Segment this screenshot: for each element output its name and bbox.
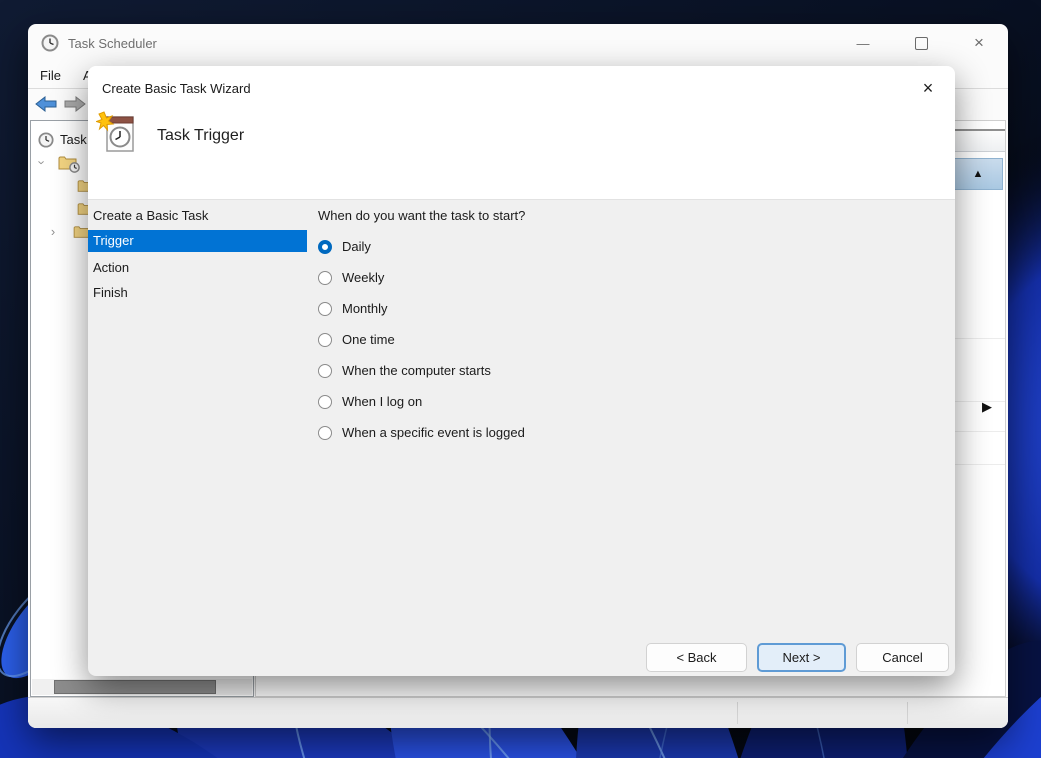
minimize-icon: —: [857, 36, 870, 51]
create-basic-task-wizard-dialog: Create Basic Task Wizard × Task Trigger …: [88, 66, 955, 676]
scroll-up-icon: ▲: [973, 168, 984, 180]
option-label: When a specific event is logged: [342, 425, 525, 440]
clock-icon: [38, 132, 54, 148]
minimize-button[interactable]: —: [834, 24, 892, 62]
cancel-button[interactable]: Cancel: [856, 643, 949, 672]
trigger-options: Daily Weekly Monthly One time: [318, 231, 943, 448]
step-action: Action: [88, 255, 307, 280]
radio-one-time[interactable]: [318, 333, 332, 347]
wizard-titlebar: Create Basic Task Wizard ×: [88, 66, 955, 110]
option-when-i-log-on[interactable]: When I log on: [318, 386, 943, 417]
tree-item-label: Task: [60, 132, 87, 147]
titlebar: Task Scheduler — ×: [28, 24, 1008, 62]
back-button[interactable]: < Back: [646, 643, 747, 672]
wizard-body: Create a Basic Task Trigger Action Finis…: [88, 200, 955, 676]
wizard-page-title: Task Trigger: [157, 127, 244, 145]
option-label: Monthly: [342, 301, 388, 316]
submenu-expand-icon[interactable]: ▶: [982, 399, 992, 415]
menu-file[interactable]: File: [40, 68, 61, 83]
horizontal-scrollbar[interactable]: [32, 679, 252, 695]
step-create-a-basic-task: Create a Basic Task: [88, 203, 307, 228]
option-label: Daily: [342, 239, 371, 254]
wizard-title: Create Basic Task Wizard: [102, 81, 251, 96]
trigger-question-label: When do you want the task to start?: [318, 208, 943, 223]
radio-specific-event-logged[interactable]: [318, 426, 332, 440]
next-button[interactable]: Next >: [757, 643, 846, 672]
wizard-footer: < Back Next > Cancel: [646, 643, 949, 672]
wizard-header: Task Trigger: [88, 110, 955, 200]
statusbar: [28, 697, 1008, 728]
option-one-time[interactable]: One time: [318, 324, 943, 355]
chevron-expanded-icon[interactable]: ›: [35, 157, 50, 169]
option-label: When the computer starts: [342, 363, 491, 378]
back-arrow-icon[interactable]: [35, 96, 57, 112]
wizard-content: When do you want the task to start? Dail…: [318, 200, 943, 448]
status-separator: [907, 702, 908, 724]
option-weekly[interactable]: Weekly: [318, 262, 943, 293]
scrollbar-thumb[interactable]: [54, 680, 216, 694]
maximize-button[interactable]: [892, 24, 950, 62]
option-specific-event-logged[interactable]: When a specific event is logged: [318, 417, 943, 448]
step-trigger: Trigger: [88, 230, 307, 252]
option-monthly[interactable]: Monthly: [318, 293, 943, 324]
window-title: Task Scheduler: [68, 36, 157, 51]
radio-weekly[interactable]: [318, 271, 332, 285]
task-calendar-clock-new-icon: [96, 110, 138, 156]
radio-when-i-log-on[interactable]: [318, 395, 332, 409]
close-button[interactable]: ×: [950, 24, 1008, 62]
task-scheduler-app-icon: [41, 34, 59, 52]
radio-when-computer-starts[interactable]: [318, 364, 332, 378]
maximize-icon: [915, 37, 928, 50]
option-when-computer-starts[interactable]: When the computer starts: [318, 355, 943, 386]
scroll-up-button[interactable]: ▲: [953, 158, 1003, 190]
wizard-close-icon[interactable]: ×: [915, 78, 941, 99]
radio-monthly[interactable]: [318, 302, 332, 316]
close-icon: ×: [974, 33, 984, 53]
forward-arrow-icon[interactable]: [64, 96, 86, 112]
radio-daily[interactable]: [318, 240, 332, 254]
folder-clock-icon: [58, 155, 78, 171]
desktop: Task Scheduler — × File Action: [0, 0, 1041, 758]
option-label: One time: [342, 332, 395, 347]
step-finish: Finish: [88, 280, 307, 305]
option-label: Weekly: [342, 270, 384, 285]
wizard-steps-sidebar: Create a Basic Task Trigger Action Finis…: [88, 200, 307, 305]
option-label: When I log on: [342, 394, 422, 409]
chevron-collapsed-icon[interactable]: ›: [47, 224, 59, 239]
option-daily[interactable]: Daily: [318, 231, 943, 262]
status-separator: [737, 702, 738, 724]
